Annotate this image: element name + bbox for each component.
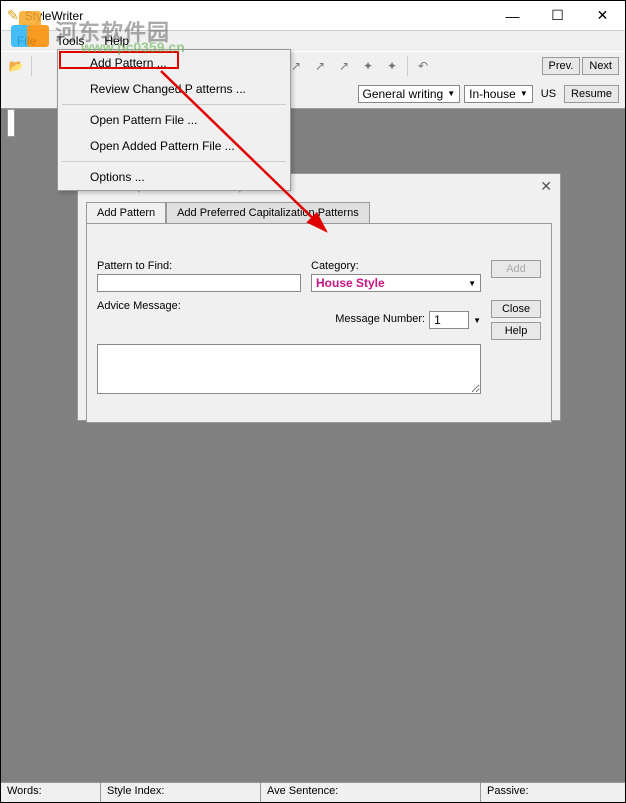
menu-open-added[interactable]: Open Added Pattern File ...: [58, 133, 290, 159]
menu-help[interactable]: Help: [96, 32, 137, 50]
category-value: House Style: [316, 276, 385, 290]
chevron-down-icon: ▼: [520, 89, 528, 98]
document-edge: [7, 109, 15, 137]
separator: [407, 56, 408, 76]
pattern-input[interactable]: [97, 274, 301, 292]
prev-button[interactable]: Prev.: [542, 57, 581, 75]
pattern-label: Pattern to Find:: [97, 260, 301, 272]
combo-value: In-house: [469, 87, 516, 101]
dialog-close-button[interactable]: ✕: [540, 178, 552, 195]
arrow-icon[interactable]: ↗: [309, 55, 331, 77]
titlebar: ✎ StyleWriter — ☐ ✕: [1, 1, 625, 31]
msgnum-label: Message Number:: [335, 313, 425, 325]
star-icon[interactable]: ✦: [357, 55, 379, 77]
msgnum-input[interactable]: [429, 311, 469, 329]
status-ave-sentence: Ave Sentence:: [261, 783, 481, 802]
dialog-body: Pattern to Find: Category: House Style ▼…: [86, 223, 552, 423]
undo-icon[interactable]: ↶: [412, 55, 434, 77]
menu-add-pattern[interactable]: Add Pattern ...: [58, 50, 290, 76]
tabstrip: Add Pattern Add Preferred Capitalization…: [86, 202, 556, 223]
add-pattern-dialog: ☑ Add a pattern to "SW4.adp" ✕ Add Patte…: [77, 173, 561, 421]
menu-review-changed[interactable]: Review Changed P atterns ...: [58, 76, 290, 102]
arrow-icon[interactable]: ↗: [333, 55, 355, 77]
menu-file[interactable]: File: [9, 32, 44, 50]
separator: [62, 161, 286, 162]
chevron-down-icon: ▼: [473, 316, 481, 325]
tools-dropdown: Add Pattern ... Review Changed P atterns…: [57, 49, 291, 191]
menu-open-pattern[interactable]: Open Pattern File ...: [58, 107, 290, 133]
menubar: File Tools Help: [1, 31, 625, 51]
minimize-button[interactable]: —: [490, 1, 535, 30]
tab-add-pattern[interactable]: Add Pattern: [86, 202, 166, 223]
close-button[interactable]: Close: [491, 300, 541, 318]
chevron-down-icon: ▼: [447, 89, 455, 98]
region-label: US: [537, 88, 560, 100]
app-icon: ✎: [7, 7, 19, 24]
status-words: Words:: [1, 783, 101, 802]
category-label: Category:: [311, 260, 481, 272]
maximize-button[interactable]: ☐: [535, 1, 580, 30]
statusbar: Words: Style Index: Ave Sentence: Passiv…: [1, 782, 625, 802]
add-button[interactable]: Add: [491, 260, 541, 278]
chevron-down-icon: ▼: [468, 279, 476, 288]
advice-textarea[interactable]: [97, 344, 481, 394]
menu-tools[interactable]: Tools: [48, 32, 92, 50]
window-title: StyleWriter: [25, 9, 83, 23]
next-button[interactable]: Next: [582, 57, 619, 75]
open-icon[interactable]: 📂: [5, 55, 27, 77]
resume-button[interactable]: Resume: [564, 85, 619, 103]
combo-value: General writing: [363, 87, 444, 101]
help-button[interactable]: Help: [491, 322, 541, 340]
close-button[interactable]: ✕: [580, 1, 625, 30]
status-style-index: Style Index:: [101, 783, 261, 802]
status-passive: Passive:: [481, 783, 625, 802]
star-icon[interactable]: ✦: [381, 55, 403, 77]
tab-preferred-cap[interactable]: Add Preferred Capitalization Patterns: [166, 202, 370, 223]
separator: [31, 56, 32, 76]
separator: [62, 104, 286, 105]
advice-label: Advice Message:: [97, 300, 301, 312]
category-select[interactable]: House Style ▼: [311, 274, 481, 292]
audience-combo[interactable]: In-house ▼: [464, 85, 533, 103]
writing-style-combo[interactable]: General writing ▼: [358, 85, 461, 103]
menu-options[interactable]: Options ...: [58, 164, 290, 190]
